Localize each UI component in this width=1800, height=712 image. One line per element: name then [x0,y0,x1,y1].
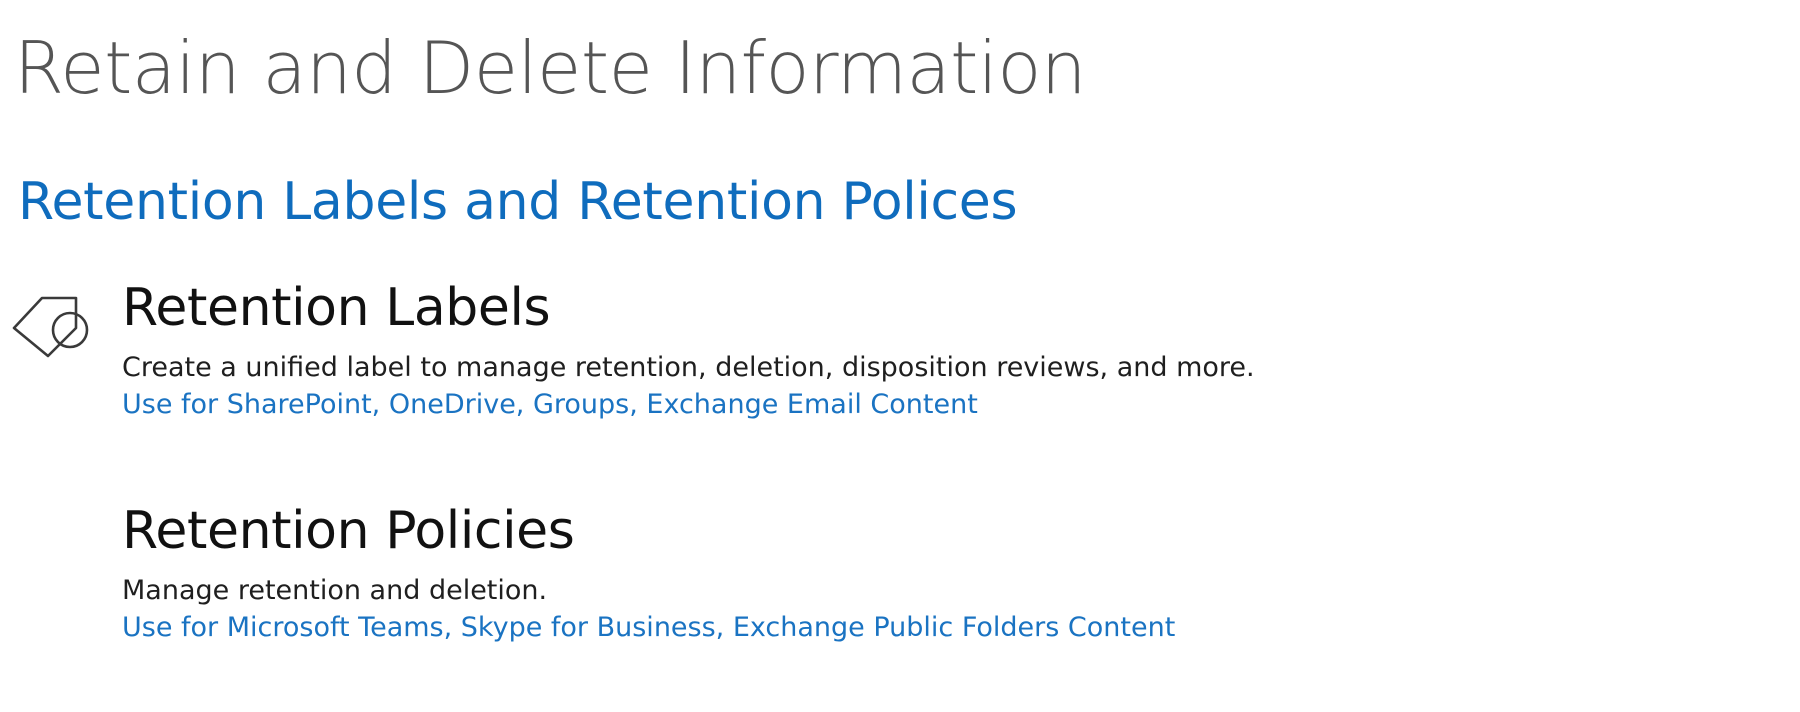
retention-labels-description: Create a unified label to manage retenti… [122,352,1255,383]
retention-label-icon [12,290,92,362]
retention-labels-item: Retention Labels Create a unified label … [122,282,1255,420]
retention-policies-heading: Retention Policies [122,501,575,561]
retention-policies-item: Retention Policies Manage retention and … [122,505,1175,643]
page-title: Retain and Delete Information [14,26,1087,110]
retention-policies-description: Manage retention and deletion. [122,575,548,606]
retention-labels-heading: Retention Labels [122,278,551,338]
retention-policies-usage-link[interactable]: Use for Microsoft Teams, Skype for Busin… [122,612,1175,643]
section-title: Retention Labels and Retention Polices [18,172,1018,232]
retention-labels-usage-link[interactable]: Use for SharePoint, OneDrive, Groups, Ex… [122,389,978,420]
